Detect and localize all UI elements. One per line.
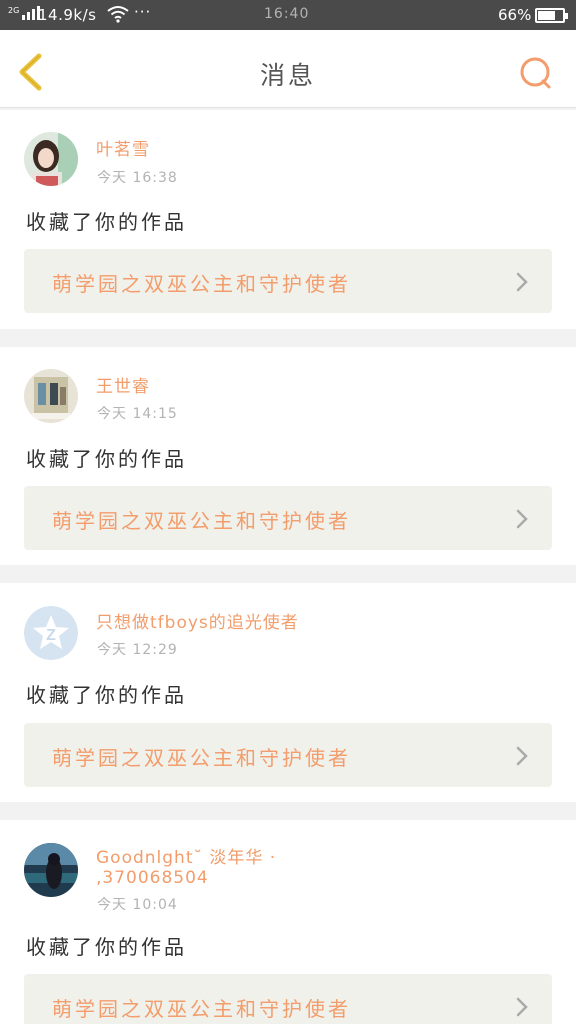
avatar[interactable] — [24, 132, 78, 186]
work-title: 萌学园之双巫公主和守护使者 — [52, 746, 351, 770]
svg-text:Z: Z — [46, 627, 56, 644]
message-card: Z 只想做tfboys的追光使者 今天 12:29 收藏了你的作品 萌学园之双巫… — [0, 583, 576, 802]
message-action: 收藏了你的作品 — [26, 447, 187, 471]
search-icon[interactable] — [519, 56, 553, 90]
message-card: 叶茗雪 今天 16:38 收藏了你的作品 萌学园之双巫公主和守护使者 — [0, 110, 576, 329]
signal-icon: 2G — [8, 6, 41, 20]
page-title: 消息 — [259, 61, 316, 90]
more-indicator: ··· — [134, 3, 152, 21]
message-action: 收藏了你的作品 — [26, 935, 187, 959]
work-link[interactable]: 萌学园之双巫公主和守护使者 — [24, 723, 552, 787]
network-type: 2G — [8, 6, 20, 15]
avatar[interactable]: Z — [24, 606, 78, 660]
battery-icon — [535, 8, 568, 23]
message-action: 收藏了你的作品 — [26, 210, 187, 234]
message-action: 收藏了你的作品 — [26, 683, 187, 707]
work-link[interactable]: 萌学园之双巫公主和守护使者 — [24, 974, 552, 1024]
chevron-right-icon — [516, 997, 528, 1017]
wifi-icon — [107, 6, 129, 23]
nav-header: 消息 — [0, 30, 576, 108]
message-time: 今天 10:04 — [97, 897, 178, 913]
message-time: 今天 14:15 — [97, 406, 178, 422]
work-title: 萌学园之双巫公主和守护使者 — [52, 997, 351, 1021]
message-time: 今天 12:29 — [97, 642, 178, 658]
status-bar: 2G 14.9k/s ··· 16:40 66% — [0, 0, 576, 30]
chevron-right-icon — [516, 746, 528, 766]
battery-percent: 66% — [498, 6, 532, 24]
work-title: 萌学园之双巫公主和守护使者 — [52, 509, 351, 533]
clock: 16:40 — [264, 6, 310, 22]
avatar[interactable] — [24, 843, 78, 897]
avatar[interactable] — [24, 369, 78, 423]
sender-name[interactable]: Goodnlght˘ 淡年华 · ‚370068504 — [96, 848, 306, 888]
sender-name[interactable]: 叶茗雪 — [96, 140, 396, 160]
battery-fill — [538, 11, 556, 20]
chevron-right-icon — [516, 509, 528, 529]
chevron-right-icon — [516, 272, 528, 292]
work-title: 萌学园之双巫公主和守护使者 — [52, 272, 351, 296]
message-card: Goodnlght˘ 淡年华 · ‚370068504 今天 10:04 收藏了… — [0, 820, 576, 1024]
work-link[interactable]: 萌学园之双巫公主和守护使者 — [24, 486, 552, 550]
sender-name[interactable]: 只想做tfboys的追光使者 — [96, 613, 396, 633]
message-time: 今天 16:38 — [97, 170, 178, 186]
work-link[interactable]: 萌学园之双巫公主和守护使者 — [24, 249, 552, 313]
message-card: 王世睿 今天 14:15 收藏了你的作品 萌学园之双巫公主和守护使者 — [0, 347, 576, 565]
network-speed: 14.9k/s — [38, 6, 97, 24]
sender-name[interactable]: 王世睿 — [96, 377, 396, 397]
